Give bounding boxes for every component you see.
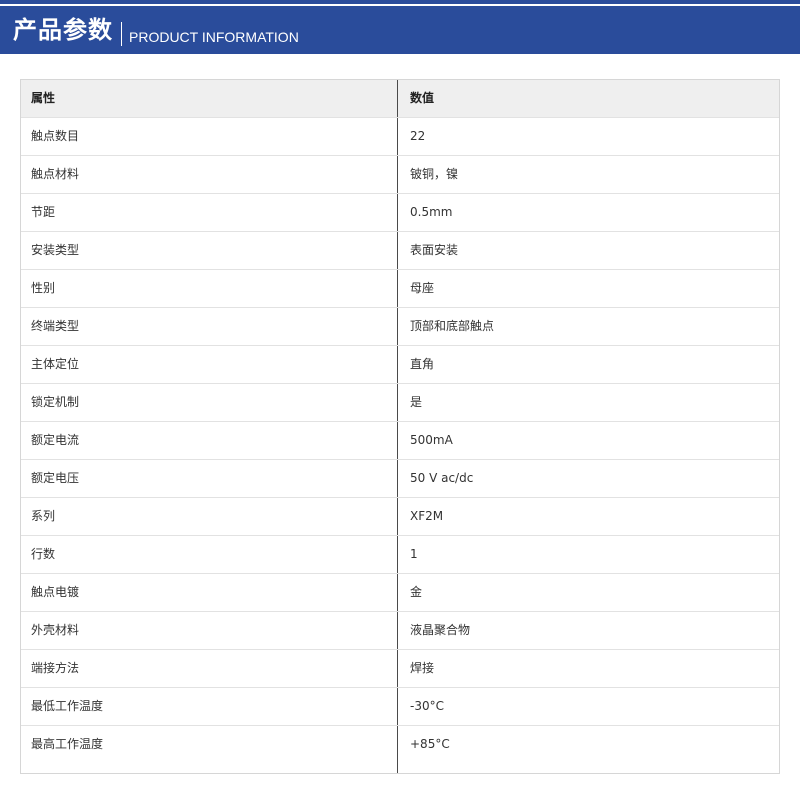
table-row: 节距 0.5mm	[21, 194, 779, 232]
attribute-cell: 触点电镀	[21, 574, 398, 611]
column-header-value: 数值	[410, 91, 435, 105]
table-row: 锁定机制是	[21, 384, 779, 422]
table-row: 最低工作温度 -30°C	[21, 688, 779, 726]
page-subtitle: PRODUCT INFORMATION	[129, 29, 299, 45]
attribute-cell: 最低工作温度	[21, 688, 398, 725]
banner-top-line	[0, 4, 800, 6]
table-row: 性别 母座	[21, 270, 779, 308]
attribute-cell: 外壳材料	[21, 612, 398, 649]
table-row: 触点材料 铍铜，镍	[21, 156, 779, 194]
attribute-cell: 端接方法	[21, 650, 398, 687]
table-row: 安装类型 表面安装	[21, 232, 779, 270]
value-cell: 焊接	[410, 661, 435, 675]
attribute-cell: 触点材料	[21, 156, 398, 193]
attribute-cell: 额定电流	[21, 422, 398, 459]
value-cell: 母座	[410, 281, 435, 295]
attribute-cell: 触点数目	[21, 118, 398, 155]
attribute-cell: 额定电压	[21, 460, 398, 497]
value-cell: XF2M	[410, 509, 444, 523]
attribute-cell: 系列	[21, 498, 398, 535]
value-cell: 铍铜，镍	[410, 167, 459, 181]
table-row: 系列 XF2M	[21, 498, 779, 536]
attribute-cell: 终端类型	[21, 308, 398, 345]
value-cell: +85°C	[410, 737, 450, 751]
attribute-cell: 安装类型	[21, 232, 398, 269]
table-row: 额定电压 50 V ac/dc	[21, 460, 779, 498]
table-row: 外壳材料 液晶聚合物	[21, 612, 779, 650]
value-cell: 22	[410, 129, 426, 143]
attribute-cell: 主体定位	[21, 346, 398, 383]
value-cell: -30°C	[410, 699, 444, 713]
value-cell: 0.5mm	[410, 205, 453, 219]
table-row: 行数 1	[21, 536, 779, 574]
value-cell: 顶部和底部触点	[410, 319, 495, 333]
value-cell: 是	[410, 395, 423, 409]
table-header-row: 属性 数值	[21, 80, 779, 118]
attribute-cell: 行数	[21, 536, 398, 573]
value-cell: 直角	[410, 357, 435, 371]
column-header-attribute: 属性	[21, 80, 398, 117]
page-title: 产品参数	[13, 16, 113, 44]
value-cell: 表面安装	[410, 243, 459, 257]
table-row: 终端类型 顶部和底部触点	[21, 308, 779, 346]
attribute-cell: 节距	[21, 194, 398, 231]
table-row: 额定电流 500mA	[21, 422, 779, 460]
table-row: 最高工作温度 +85°C	[21, 726, 779, 773]
attribute-cell: 锁定机制	[21, 384, 398, 421]
attribute-cell: 最高工作温度	[21, 726, 398, 773]
value-cell: 1	[410, 547, 418, 561]
value-cell: 金	[410, 585, 423, 599]
table-row: 主体定位 直角	[21, 346, 779, 384]
table-row: 触点电镀金	[21, 574, 779, 612]
value-cell: 液晶聚合物	[410, 623, 471, 637]
attribute-cell: 性别	[21, 270, 398, 307]
value-cell: 50 V ac/dc	[410, 471, 474, 485]
value-cell: 500mA	[410, 433, 453, 447]
title-divider	[121, 22, 122, 46]
table-row: 端接方法 焊接	[21, 650, 779, 688]
table-row: 触点数目 22	[21, 118, 779, 156]
spec-table: 属性 数值 触点数目 22 触点材料 铍铜，镍 节距 0.5mm 安装类型 表面安装 性别 母座终…	[20, 79, 780, 774]
header-banner: 产品参数 PRODUCT INFORMATION	[0, 0, 800, 54]
